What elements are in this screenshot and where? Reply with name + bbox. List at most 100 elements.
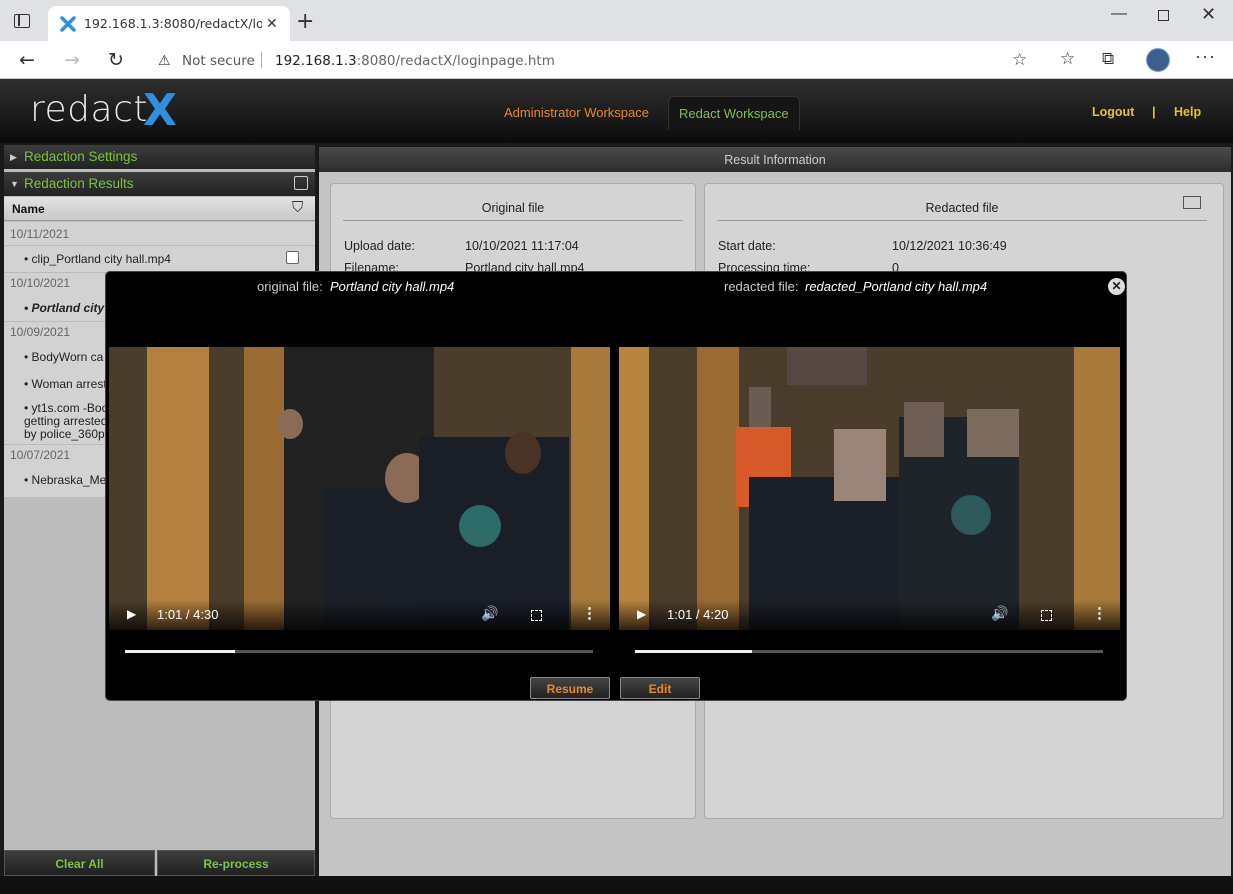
- pixelated-face: [787, 347, 867, 385]
- list-item[interactable]: • clip_Portland city hall.mp4: [24, 252, 171, 266]
- help-link[interactable]: Help: [1174, 105, 1201, 119]
- tab-redact-workspace[interactable]: Redact Workspace: [668, 96, 800, 130]
- pixelated-face: [967, 409, 1019, 457]
- redacted-progress-track[interactable]: [635, 650, 1103, 653]
- upload-date-value: 10/10/2021 11:17:04: [465, 239, 579, 253]
- address-divider: [261, 52, 262, 68]
- list-item-selected[interactable]: • Portland city: [24, 301, 104, 315]
- not-secure-label[interactable]: Not secure: [182, 53, 255, 69]
- edit-icon[interactable]: [294, 176, 308, 190]
- tab-actions-icon[interactable]: [14, 14, 30, 28]
- maximize-icon[interactable]: [1158, 10, 1169, 21]
- browser-tab[interactable]: 192.168.1.3:8080/redactX/loginp ✕: [48, 6, 290, 41]
- date-group-label: 10/09/2021: [10, 325, 71, 339]
- warning-icon[interactable]: ⚠: [158, 52, 171, 69]
- redacted-video-player[interactable]: ▶ 1:01 / 4:20 🔊 ⋮: [619, 347, 1120, 630]
- url-path: :8080/redactX/loginpage.htm: [356, 53, 555, 69]
- video-figure: [951, 495, 991, 535]
- forward-icon[interactable]: →: [64, 49, 80, 71]
- new-tab-button[interactable]: +: [296, 9, 314, 34]
- original-progress-fill: [125, 650, 235, 653]
- video-controls: ▶ 1:01 / 4:30 🔊 ⋮: [109, 600, 610, 630]
- browser-nav-bar: ← → ↻ ⚠ Not secure 192.168.1.3:8080/reda…: [0, 41, 1233, 79]
- original-file-label: original file:: [257, 279, 323, 294]
- list-item-continued[interactable]: getting arrested: [24, 414, 107, 428]
- edit-button[interactable]: Edit: [620, 677, 700, 699]
- original-progress-track[interactable]: [125, 650, 593, 653]
- play-icon[interactable]: ▶: [127, 607, 136, 621]
- profile-avatar[interactable]: [1146, 48, 1170, 72]
- redaction-results-label: Redaction Results: [24, 176, 134, 191]
- original-video-player[interactable]: ▶ 1:01 / 4:30 🔊 ⋮: [109, 347, 610, 630]
- date-group-label: 10/07/2021: [10, 448, 71, 462]
- redacted-progress-fill: [635, 650, 752, 653]
- video-door: [619, 347, 649, 630]
- list-item[interactable]: • yt1s.com -Boc: [24, 401, 108, 415]
- list-item[interactable]: • Nebraska_Me: [24, 473, 106, 487]
- video-door: [147, 347, 209, 630]
- kebab-icon[interactable]: ⋮: [1092, 604, 1107, 622]
- volume-icon[interactable]: 🔊: [991, 605, 1008, 622]
- add-favorite-icon[interactable]: ☆: [1012, 50, 1027, 70]
- video-figure: [459, 505, 501, 547]
- favorites-icon[interactable]: ☆: [1060, 49, 1075, 69]
- list-item[interactable]: • BodyWorn ca: [24, 350, 103, 364]
- video-door: [244, 347, 284, 630]
- fullscreen-icon[interactable]: [531, 610, 542, 621]
- list-item[interactable]: • Woman arrest: [24, 377, 107, 391]
- date-group-label: 10/10/2021: [10, 276, 71, 290]
- reprocess-button[interactable]: Re-process: [157, 850, 315, 876]
- name-column-header[interactable]: Name ⛉: [4, 197, 315, 221]
- video-door: [1074, 347, 1120, 630]
- video-compare-modal: original file: Portland city hall.mp4 re…: [105, 271, 1127, 701]
- url-host: 192.168.1.3: [275, 53, 357, 69]
- window-close-icon[interactable]: ✕: [1201, 4, 1216, 25]
- video-door: [571, 347, 610, 630]
- collapsed-arrow-icon: ▶: [10, 152, 17, 162]
- filter-icon[interactable]: ⛉: [292, 199, 303, 216]
- redactx-favicon: [60, 16, 76, 32]
- date-group-label: 10/11/2021: [10, 227, 70, 241]
- logout-link[interactable]: Logout: [1092, 105, 1134, 119]
- more-icon[interactable]: ···: [1195, 46, 1216, 67]
- header-separator: |: [1152, 104, 1156, 119]
- redaction-settings-header[interactable]: ▶ Redaction Settings: [4, 145, 315, 169]
- video-figure: [277, 409, 303, 439]
- play-icon[interactable]: ▶: [637, 607, 646, 621]
- item-checkbox[interactable]: [286, 251, 299, 264]
- url-text[interactable]: 192.168.1.3:8080/redactX/loginpage.htm: [275, 53, 555, 69]
- collections-icon[interactable]: ⧉: [1102, 49, 1114, 69]
- refresh-icon[interactable]: ↻: [108, 49, 124, 71]
- minimize-icon[interactable]: —: [1111, 5, 1127, 23]
- video-time: 1:01 / 4:20: [667, 607, 729, 622]
- list-item-continued[interactable]: by police_360p: [24, 427, 105, 441]
- upload-date-label: Upload date:: [344, 239, 415, 253]
- logo-x-mark: X: [143, 85, 177, 136]
- resume-button[interactable]: Resume: [530, 677, 610, 699]
- name-column-label: Name: [12, 202, 45, 216]
- pixelated-face: [904, 402, 944, 457]
- close-icon[interactable]: ✕: [1108, 278, 1125, 295]
- pixelated-face: [834, 429, 886, 501]
- divider: [4, 245, 315, 246]
- fullscreen-icon[interactable]: [1041, 610, 1052, 621]
- address-bar[interactable]: ⚠ Not secure 192.168.1.3:8080/redactX/lo…: [146, 46, 1038, 74]
- pixelated-face: [749, 387, 771, 427]
- kebab-icon[interactable]: ⋮: [582, 604, 597, 622]
- video-door: [697, 347, 739, 630]
- redacted-file-name: redacted_Portland city hall.mp4: [805, 279, 988, 294]
- tab-title: 192.168.1.3:8080/redactX/loginp: [84, 16, 262, 31]
- redaction-results-header[interactable]: ▼ Redaction Results: [4, 172, 315, 196]
- redaction-settings-label: Redaction Settings: [24, 149, 138, 164]
- video-controls: ▶ 1:01 / 4:20 🔊 ⋮: [619, 600, 1120, 630]
- tab-administrator-workspace[interactable]: Administrator Workspace: [496, 96, 657, 130]
- back-icon[interactable]: ←: [19, 49, 35, 71]
- logo-text: redact: [30, 89, 148, 130]
- footer-strip: [0, 876, 1233, 894]
- volume-icon[interactable]: 🔊: [481, 605, 498, 622]
- original-file-title: Original file: [343, 201, 683, 221]
- expanded-arrow-icon: ▼: [10, 179, 19, 189]
- mail-icon[interactable]: [1183, 196, 1201, 209]
- clear-all-button[interactable]: Clear All: [4, 850, 155, 876]
- tab-close-icon[interactable]: ✕: [266, 15, 278, 32]
